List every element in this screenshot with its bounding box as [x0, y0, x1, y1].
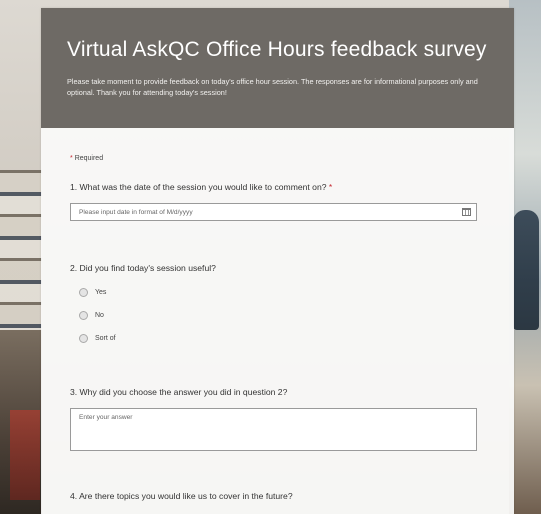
radio-option-yes[interactable]: Yes: [70, 281, 485, 304]
form-body: * Required 1. What was the date of the s…: [41, 155, 514, 501]
question-1-title: 1. What was the date of the session you …: [70, 182, 485, 192]
radio-option-no[interactable]: No: [70, 304, 485, 327]
required-star: *: [70, 155, 73, 162]
survey-form: Virtual AskQC Office Hours feedback surv…: [41, 8, 514, 514]
question-2-title: 2. Did you find today's session useful?: [70, 263, 216, 273]
date-input-placeholder: Please input date in format of M/d/yyyy: [79, 209, 193, 216]
form-description: Please take moment to provide feedback o…: [67, 77, 478, 97]
required-label: Required: [74, 155, 104, 162]
answer-textarea[interactable]: Enter your answer: [70, 408, 477, 451]
radio-button-icon[interactable]: [79, 334, 88, 343]
date-input[interactable]: Please input date in format of M/d/yyyy: [70, 203, 477, 221]
bookshelf-image: [0, 170, 42, 330]
radio-button-icon[interactable]: [79, 311, 88, 320]
question-1-label: 1. What was the date of the session you …: [70, 182, 327, 192]
background-person-image: [513, 210, 539, 330]
question-4-title: 4. Are there topics you would like us to…: [70, 491, 293, 501]
form-header: Virtual AskQC Office Hours feedback surv…: [41, 8, 514, 128]
background-object-image: [10, 410, 40, 500]
radio-option-sort-of[interactable]: Sort of: [70, 327, 485, 350]
radio-option-label: Sort of: [95, 335, 116, 342]
form-title: Virtual AskQC Office Hours feedback surv…: [67, 38, 487, 61]
question-3-title: 3. Why did you choose the answer you did…: [70, 387, 288, 397]
calendar-icon[interactable]: [462, 208, 471, 216]
radio-option-label: Yes: [95, 289, 107, 296]
question-2-options: Yes No Sort of: [70, 281, 485, 350]
radio-option-label: No: [95, 312, 104, 319]
answer-textarea-placeholder: Enter your answer: [79, 414, 133, 421]
required-note: * Required: [70, 155, 485, 162]
question-1-required-star: *: [328, 182, 333, 192]
radio-button-icon[interactable]: [79, 288, 88, 297]
